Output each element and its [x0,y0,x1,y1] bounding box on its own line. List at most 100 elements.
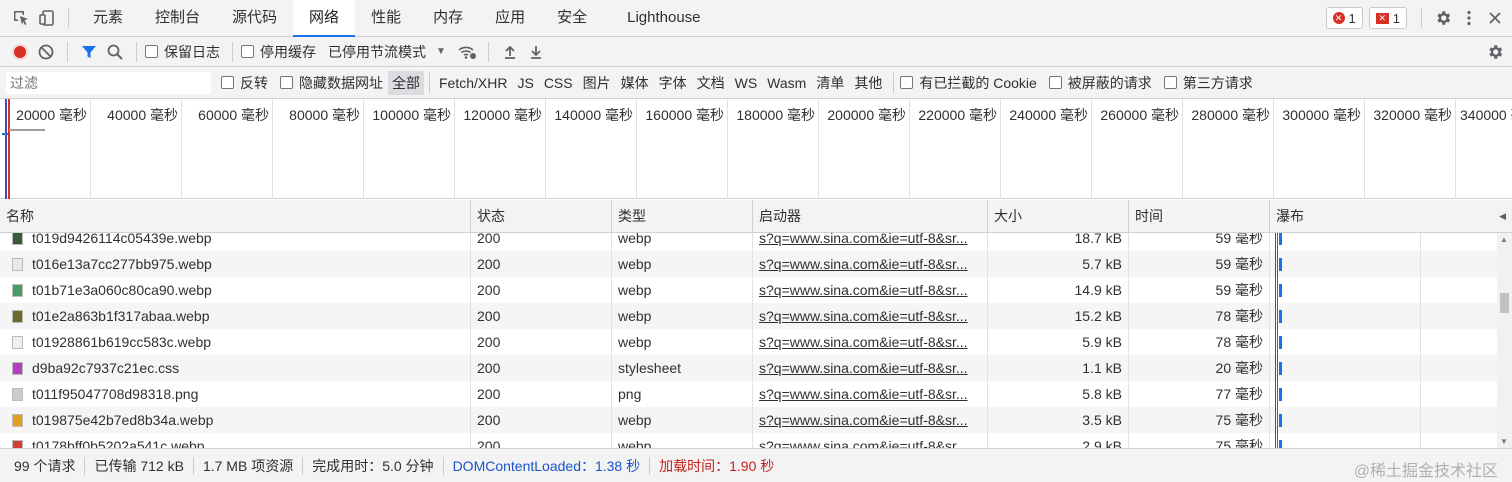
throttling-value: 已停用节流模式 [328,43,426,60]
cell-initiator[interactable]: s?q=www.sina.com&ie=utf-8&sr... [753,277,988,303]
table-scrollbar[interactable]: ▲ ▼ [1497,233,1512,448]
search-icon[interactable] [102,39,128,65]
cell-size: 5.8 kB [988,381,1129,407]
record-icon[interactable] [7,39,33,65]
throttling-select[interactable]: 已停用节流模式 ▼ [328,42,446,62]
request-name: t0178bff0b5202a541c.webp [32,438,205,448]
table-row[interactable]: t019d9426114c05439e.webp 200 webp s?q=www.s… [0,233,1497,251]
scroll-up-arrow-icon[interactable]: ▲ [1500,235,1508,244]
filter-type-ws[interactable]: WS [731,73,762,93]
export-har-icon[interactable] [523,39,549,65]
table-row[interactable]: t0178bff0b5202a541c.webp 200 webp s?q=www.s… [0,433,1497,448]
tab-sources[interactable]: 源代码 [216,0,293,37]
column-header-name[interactable]: 名称 [0,200,471,233]
timeline-overview[interactable]: 20000 毫秒 40000 毫秒 60000 毫秒 80000 毫秒 1000… [0,99,1512,199]
column-header-initiator[interactable]: 启动器 [753,200,988,233]
cell-initiator[interactable]: s?q=www.sina.com&ie=utf-8&sr... [753,251,988,277]
filter-type-manifest[interactable]: 清单 [812,71,848,95]
checkbox-box[interactable] [221,76,234,89]
filter-type-img[interactable]: 图片 [579,71,615,95]
network-settings-gear-icon[interactable] [1482,39,1508,65]
blocked-cookies-checkbox[interactable]: 有已拦截的 Cookie [900,73,1037,93]
checkbox-box[interactable] [280,76,293,89]
table-row[interactable]: t019875e42b7ed8b34a.webp 200 webp s?q=www.s… [0,407,1497,433]
table-row[interactable]: t011f95047708d98318.png 200 png s?q=www.sin… [0,381,1497,407]
cell-initiator[interactable]: s?q=www.sina.com&ie=utf-8&sr... [753,355,988,381]
filter-type-media[interactable]: 媒体 [617,71,653,95]
hide-data-urls-label: 隐藏数据网址 [299,74,383,91]
dropdown-arrow-icon: ▼ [436,46,446,57]
invert-checkbox[interactable]: 反转 [221,73,268,93]
disable-cache-checkbox[interactable]: 停用缓存 [241,42,316,62]
tick-label: 20000 毫秒 [16,107,87,123]
table-row[interactable]: t016e13a7cc277bb975.webp 200 webp s?q=www.s… [0,251,1497,277]
table-row[interactable]: t01b71e3a060c80ca90.webp 200 webp s?q=www.s… [0,277,1497,303]
table-row[interactable]: t01928861b619cc583c.webp 200 webp s?q=www.s… [0,329,1497,355]
column-header-size[interactable]: 大小 [988,200,1129,233]
filter-input[interactable] [6,71,211,94]
checkbox-box[interactable] [1163,76,1177,89]
tab-lighthouse[interactable]: Lighthouse [611,0,716,37]
inspect-element-icon[interactable] [8,5,34,31]
network-conditions-icon[interactable] [454,39,480,65]
column-header-time[interactable]: 时间 [1129,200,1270,233]
hide-data-urls-checkbox[interactable]: 隐藏数据网址 [280,73,383,93]
checkbox-box[interactable] [1048,76,1062,89]
tab-network[interactable]: 网络 [293,0,356,37]
request-name: t01b71e3a060c80ca90.webp [32,282,212,298]
cell-type: webp [612,303,753,329]
tab-security[interactable]: 安全 [541,0,603,37]
filter-type-wasm[interactable]: Wasm [763,73,810,93]
table-row[interactable]: d9ba92c7937c21ec.css 200 stylesheet s?q=www… [0,355,1497,381]
disable-cache-label: 停用缓存 [260,43,316,60]
column-header-type[interactable]: 类型 [612,200,753,233]
cell-initiator[interactable]: s?q=www.sina.com&ie=utf-8&sr... [753,407,988,433]
cell-initiator[interactable]: s?q=www.sina.com&ie=utf-8&sr... [753,329,988,355]
cell-size: 15.2 kB [988,303,1129,329]
tab-console[interactable]: 控制台 [139,0,216,37]
column-header-status[interactable]: 状态 [471,200,612,233]
more-options-icon[interactable] [1456,5,1482,31]
cell-time: 59 毫秒 [1129,233,1270,251]
filter-type-all[interactable]: 全部 [388,70,424,95]
import-har-icon[interactable] [497,39,523,65]
cell-waterfall [1270,381,1497,407]
scroll-down-arrow-icon[interactable]: ▼ [1500,437,1508,446]
scrollbar-thumb[interactable] [1500,293,1509,313]
checkbox-box[interactable] [900,76,914,89]
clear-icon[interactable] [33,39,59,65]
cell-type: webp [612,233,753,251]
tab-elements[interactable]: 元素 [77,0,139,37]
checkbox-box[interactable] [241,45,254,58]
filter-type-js[interactable]: JS [513,73,537,93]
issue-count-badge[interactable]: ✕ 1 [1368,7,1407,29]
blocked-requests-checkbox[interactable]: 被屏蔽的请求 [1048,73,1152,93]
tab-application[interactable]: 应用 [479,0,541,37]
cell-initiator[interactable]: s?q=www.sina.com&ie=utf-8&sr... [753,233,988,251]
filter-icon[interactable] [76,39,102,65]
blocked-requests-label: 被屏蔽的请求 [1067,74,1152,91]
gear-icon[interactable] [1430,5,1456,31]
column-header-waterfall[interactable]: 瀑布 ◀ [1270,200,1512,233]
error-count-badge[interactable]: ✕ 1 [1325,7,1363,29]
device-toolbar-icon[interactable] [34,5,60,31]
filter-type-font[interactable]: 字体 [655,71,691,95]
requests-table-body[interactable]: t019d9426114c05439e.webp 200 webp s?q=www.s… [0,233,1497,448]
cell-initiator[interactable]: s?q=www.sina.com&ie=utf-8&sr... [753,303,988,329]
filter-type-doc[interactable]: 文档 [693,71,729,95]
tick-label: 200000 毫秒 [827,107,906,123]
preserve-log-checkbox[interactable]: 保留日志 [145,42,220,62]
cell-initiator[interactable]: s?q=www.sina.com&ie=utf-8&sr... [753,381,988,407]
cell-initiator[interactable]: s?q=www.sina.com&ie=utf-8&sr... [753,433,988,448]
timeline-tick: 220000 毫秒 [910,99,1001,199]
checkbox-box[interactable] [145,45,158,58]
filter-type-other[interactable]: 其他 [850,71,886,95]
filter-type-css[interactable]: CSS [540,73,577,93]
tab-memory[interactable]: 内存 [417,0,479,37]
tab-performance[interactable]: 性能 [355,0,417,37]
filter-type-fetch-xhr[interactable]: Fetch/XHR [435,73,511,93]
third-party-checkbox[interactable]: 第三方请求 [1163,73,1253,93]
close-icon[interactable] [1482,5,1508,31]
tick-label: 100000 毫秒 [372,107,451,123]
table-row[interactable]: t01e2a863b1f317abaa.webp 200 webp s?q=www.s… [0,303,1497,329]
